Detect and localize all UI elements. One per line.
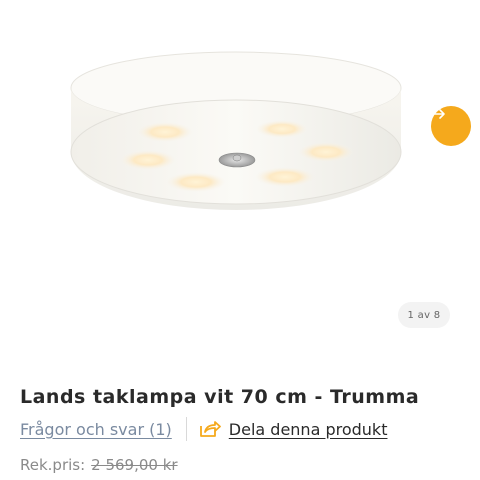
questions-answers-link[interactable]: Frågor och svar (1) — [20, 420, 172, 439]
recommended-price-value: 2 569,00 kr — [91, 456, 178, 474]
next-image-button[interactable] — [431, 106, 471, 146]
lamp-product-image — [70, 51, 402, 210]
price-row: Rek.pris: 2 569,00 kr — [20, 456, 178, 474]
product-title: Lands taklampa vit 70 cm - Trumma — [20, 386, 420, 408]
product-actions: Frågor och svar (1) Dela denna produkt — [20, 416, 387, 442]
product-image-gallery[interactable]: 1 av 8 — [0, 0, 480, 345]
share-product-link[interactable]: Dela denna produkt — [229, 420, 388, 439]
share-icon[interactable] — [199, 420, 221, 438]
recommended-price-label: Rek.pris: — [20, 456, 86, 474]
image-counter: 1 av 8 — [398, 302, 450, 328]
divider — [185, 417, 187, 441]
arrow-right-icon — [432, 109, 445, 119]
